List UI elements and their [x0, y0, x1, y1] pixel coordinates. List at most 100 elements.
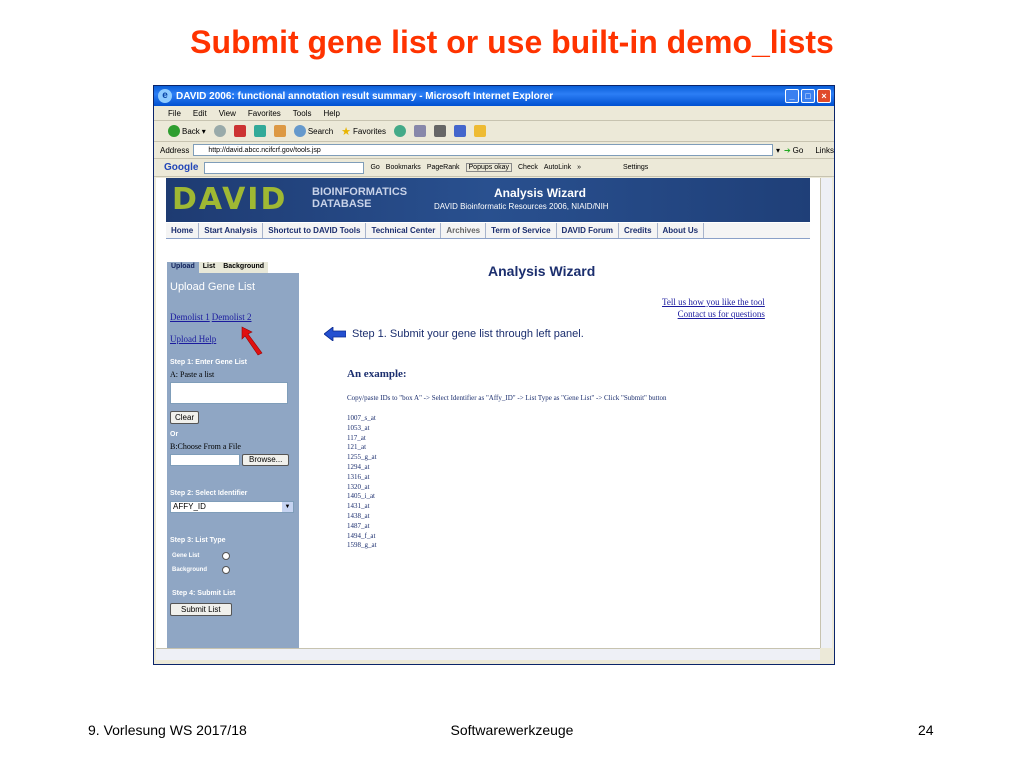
tell-us-link[interactable]: Tell us how you like the tool [662, 296, 765, 308]
footer-course: Softwarewerkzeuge [450, 722, 574, 738]
demolist-1-link[interactable]: Demolist 1 [170, 312, 210, 322]
main-title: Analysis Wizard [488, 263, 596, 279]
red-arrow-icon [241, 326, 263, 356]
ie-icon: e [158, 89, 172, 103]
site-nav: Home Start Analysis Shortcut to DAVID To… [166, 223, 810, 239]
nav-term-of-service[interactable]: Term of Service [486, 223, 557, 238]
nav-credits[interactable]: Credits [619, 223, 658, 238]
google-go-button[interactable]: Go [370, 164, 379, 171]
step1-label: Step 1: Enter Gene List [170, 359, 248, 366]
list-item: 1405_i_at [347, 492, 375, 501]
forward-arrow-icon[interactable] [213, 125, 226, 137]
pagerank-indicator: PageRank [426, 164, 460, 171]
star-icon: ★ [341, 125, 352, 138]
gene-list-textarea[interactable] [170, 382, 288, 404]
list-item: 1320_at [347, 482, 370, 491]
menu-bar: File Edit View Favorites Tools Help [154, 106, 834, 121]
folder-icon[interactable] [473, 125, 486, 137]
popups-indicator[interactable]: Popups okay [465, 163, 512, 172]
or-label: Or [170, 431, 179, 438]
refresh-icon[interactable] [253, 125, 266, 137]
banner-title: Analysis Wizard [494, 186, 586, 200]
clear-button[interactable]: Clear [170, 411, 200, 424]
horizontal-scrollbar[interactable] [156, 648, 820, 660]
spellcheck-button[interactable]: Check [518, 164, 538, 171]
list-item: 121_at [347, 443, 367, 452]
upload-panel: Upload List Background Upload Gene List … [167, 262, 299, 648]
address-input[interactable]: http://david.abcc.ncifcrf.gov/tools.jsp [193, 144, 773, 156]
feedback-links: Tell us how you like the tool Contact us… [662, 296, 765, 320]
search-icon [293, 125, 306, 137]
upload-help-link[interactable]: Upload Help [170, 334, 216, 344]
google-search-input[interactable] [204, 161, 365, 174]
minimize-button[interactable]: _ [785, 89, 799, 103]
tab-list[interactable]: List [198, 262, 220, 273]
nav-start-analysis[interactable]: Start Analysis [199, 223, 264, 238]
print-icon[interactable] [433, 125, 446, 137]
banner-subtitle: DAVID Bioinformatic Resources 2006, NIAI… [434, 202, 609, 211]
nav-technical-center[interactable]: Technical Center [366, 223, 442, 238]
list-item: 1294_at [347, 462, 370, 471]
list-item: 1255_g_at [347, 453, 377, 462]
nav-home[interactable]: Home [166, 223, 200, 238]
tab-upload[interactable]: Upload [167, 262, 199, 273]
go-button[interactable]: Go [793, 146, 804, 155]
mail-icon[interactable] [413, 125, 426, 137]
menu-help[interactable]: Help [323, 109, 339, 118]
submit-list-button[interactable]: Submit List [170, 603, 232, 616]
vertical-scrollbar[interactable] [820, 178, 832, 648]
address-bar: Address http://david.abcc.ncifcrf.gov/to… [154, 142, 834, 159]
window-title: DAVID 2006: functional annotation result… [176, 90, 554, 102]
menu-edit[interactable]: Edit [193, 109, 207, 118]
menu-view[interactable]: View [219, 109, 236, 118]
address-label: Address [160, 145, 190, 155]
autolink-button[interactable]: AutoLink [544, 164, 571, 171]
bookmarks-button[interactable]: Bookmarks [386, 164, 421, 171]
google-logo: Google [164, 162, 199, 173]
menu-tools[interactable]: Tools [293, 109, 312, 118]
nav-shortcut-tools[interactable]: Shortcut to DAVID Tools [263, 223, 367, 238]
go-arrow-icon[interactable]: ➔ [784, 146, 791, 155]
google-toolbar: Google Go Bookmarks PageRank Popups okay… [154, 159, 834, 177]
background-radio[interactable] [222, 566, 230, 574]
list-item: 1494_f_at [347, 531, 376, 540]
history-icon[interactable] [393, 125, 406, 137]
back-button[interactable]: Back ▾ [168, 125, 206, 137]
browse-button[interactable]: Browse... [242, 454, 290, 466]
menu-file[interactable]: File [168, 109, 181, 118]
close-button[interactable]: × [817, 89, 831, 103]
menu-favorites[interactable]: Favorites [248, 109, 281, 118]
home-icon[interactable] [273, 125, 286, 137]
slide-title: Submit gene list or use built-in demo_li… [190, 24, 834, 60]
step4-label: Step 4: Submit List [172, 590, 236, 597]
step2-label: Step 2: Select Identifier [170, 490, 248, 497]
settings-button[interactable]: Settings [623, 164, 648, 171]
choose-file-label: B:Choose From a File [170, 442, 241, 451]
back-arrow-icon [168, 125, 180, 137]
links-label[interactable]: Links [815, 146, 834, 155]
nav-david-forum[interactable]: DAVID Forum [557, 223, 619, 238]
favorites-button[interactable]: ★ Favorites [341, 125, 386, 138]
window-titlebar[interactable]: e DAVID 2006: functional annotation resu… [154, 86, 834, 106]
stop-icon[interactable] [233, 125, 246, 137]
list-item: 1053_at [347, 423, 370, 432]
search-button[interactable]: Search [293, 125, 333, 137]
paste-label: A: Paste a list [170, 370, 215, 379]
nav-about-us[interactable]: About Us [658, 223, 705, 238]
maximize-button[interactable]: □ [801, 89, 815, 103]
nav-archives[interactable]: Archives [441, 223, 487, 238]
edit-icon[interactable] [453, 125, 466, 137]
identifier-select[interactable]: AFFY_ID ▼ [170, 501, 294, 513]
dropdown-icon[interactable]: ▾ [776, 146, 780, 155]
file-input[interactable] [170, 454, 240, 466]
more-icon[interactable]: » [577, 164, 581, 171]
list-item: 1487_at [347, 521, 370, 530]
tab-background[interactable]: Background [219, 262, 269, 273]
list-item: 1438_at [347, 511, 370, 520]
list-item: 1431_at [347, 502, 370, 511]
list-item: 1007_s_at [347, 414, 376, 422]
contact-link[interactable]: Contact us for questions [662, 308, 765, 320]
demolist-2-link[interactable]: Demolist 2 [212, 312, 252, 322]
chevron-down-icon: ▼ [282, 502, 293, 512]
gene-list-radio[interactable] [222, 552, 230, 560]
